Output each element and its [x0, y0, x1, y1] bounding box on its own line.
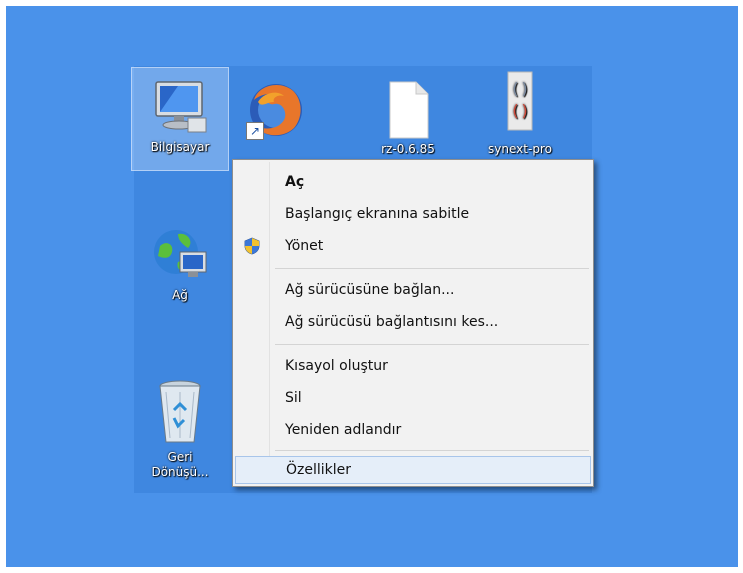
desktop-icon-recycle-bin[interactable]: Geri Dönüşü...	[132, 372, 228, 492]
desktop: Bilgisayar ↗ rz-0.6.85 () () synext-pro …	[6, 6, 738, 567]
desktop-icon-label: Ağ	[172, 288, 188, 302]
computer-icon	[148, 74, 212, 138]
desktop-icon-label: Bilgisayar	[150, 140, 210, 154]
desktop-icon-firefox[interactable]: ↗	[228, 68, 324, 168]
menu-separator	[275, 450, 589, 451]
recycle-bin-icon	[148, 376, 212, 448]
desktop-icon-computer[interactable]: Bilgisayar	[131, 67, 229, 171]
menu-item-label: Kısayol oluştur	[285, 358, 388, 374]
menu-item-disconnect-network-drive[interactable]: Ağ sürücüsü bağlantısını kes...	[235, 308, 591, 336]
menu-item-rename[interactable]: Yeniden adlandır	[235, 416, 591, 444]
menu-item-label: Ağ sürücüsü bağlantısını kes...	[285, 314, 499, 330]
menu-item-properties[interactable]: Özellikler	[235, 456, 591, 484]
network-globe-icon	[148, 222, 212, 286]
menu-item-label: Özellikler	[286, 462, 352, 478]
svg-text:(): ()	[510, 79, 529, 98]
firefox-icon: ↗	[244, 78, 308, 142]
desktop-icon-network[interactable]: Ağ	[132, 216, 228, 316]
menu-item-label: Yönet	[285, 238, 324, 254]
menu-item-pin-to-start[interactable]: Başlangıç ekranına sabitle	[235, 200, 591, 228]
desktop-icon-label-partial: synext-pro	[488, 142, 552, 156]
menu-item-label: Aç	[285, 174, 305, 190]
desktop-icon-label: Geri Dönüşü...	[151, 450, 209, 479]
menu-item-label: Başlangıç ekranına sabitle	[285, 206, 470, 222]
desktop-icon-script-file[interactable]: () () synext-pro	[472, 68, 568, 168]
menu-item-label: Yeniden adlandır	[285, 422, 402, 438]
menu-item-delete[interactable]: Sil	[235, 384, 591, 412]
svg-text:(): ()	[510, 101, 529, 120]
text-file-icon	[376, 78, 440, 142]
uac-shield-icon	[243, 237, 261, 255]
menu-item-open[interactable]: Aç	[235, 168, 591, 196]
menu-item-create-shortcut[interactable]: Kısayol oluştur	[235, 352, 591, 380]
script-file-icon: () ()	[488, 70, 552, 134]
shortcut-arrow-icon: ↗	[246, 122, 264, 140]
menu-item-label: Sil	[285, 390, 302, 406]
menu-separator	[275, 344, 589, 345]
desktop-icon-text-file[interactable]: rz-0.6.85	[360, 68, 456, 168]
context-menu: Aç Başlangıç ekranına sabitle Yönet Ağ s…	[232, 159, 594, 487]
menu-item-label: Ağ sürücüsüne bağlan...	[285, 282, 455, 298]
desktop-icon-label-partial: rz-0.6.85	[381, 142, 435, 156]
menu-item-manage[interactable]: Yönet	[235, 232, 591, 260]
menu-separator	[275, 268, 589, 269]
menu-item-map-network-drive[interactable]: Ağ sürücüsüne bağlan...	[235, 276, 591, 304]
